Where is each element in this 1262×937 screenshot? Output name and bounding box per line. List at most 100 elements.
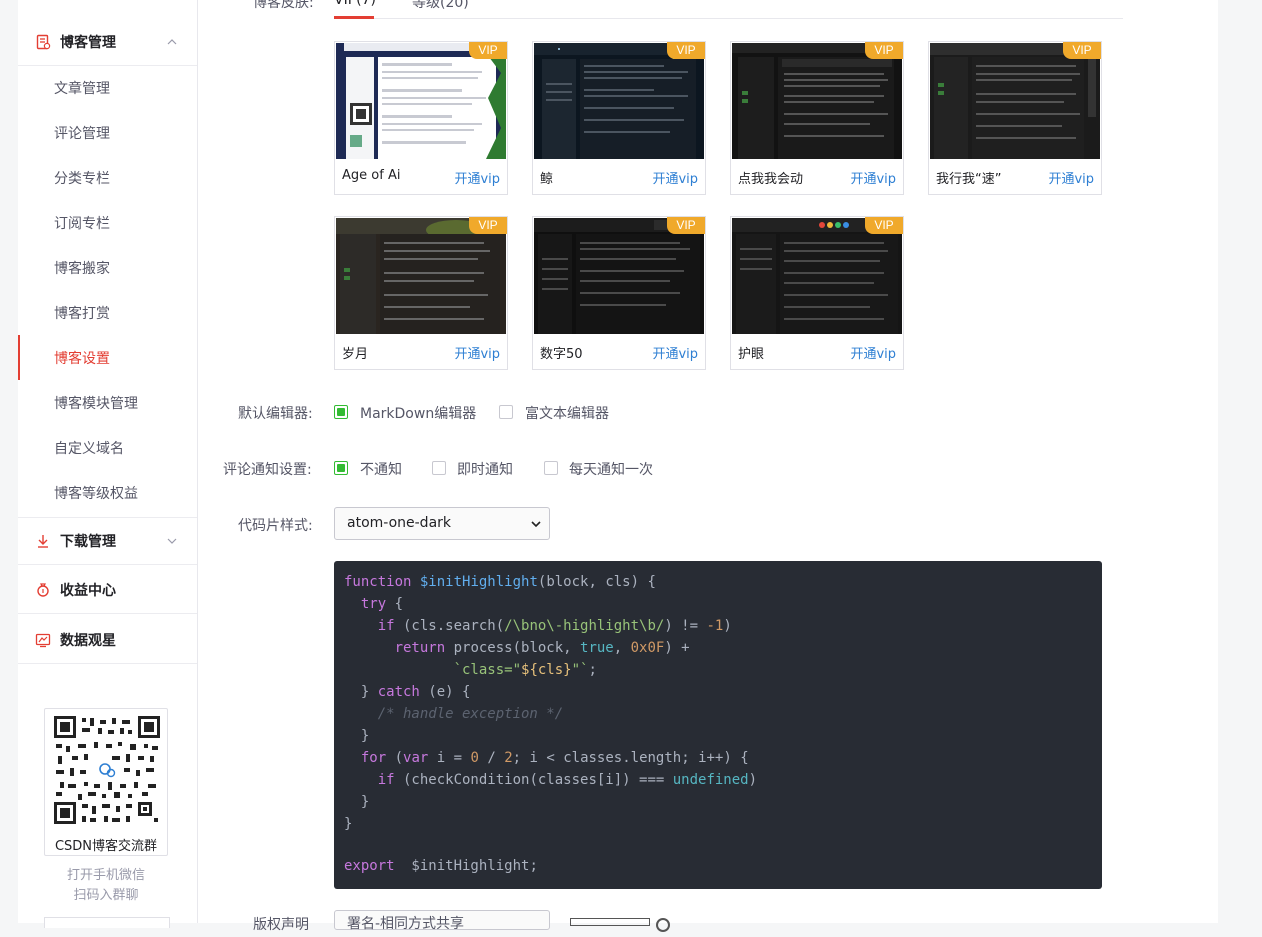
- copyright-value: 署名-相同方式共享: [347, 916, 465, 932]
- sidebar-item-modules[interactable]: 博客模块管理: [18, 380, 197, 425]
- open-vip-link[interactable]: 开通vip: [454, 168, 500, 187]
- editor-label: 默认编辑器:: [238, 406, 313, 422]
- chart-icon: [35, 633, 51, 647]
- skin-card[interactable]: VIP 数字50 开通vip: [532, 216, 706, 370]
- sidebar-section-label: 数据观星: [60, 632, 116, 649]
- sidebar-section-download[interactable]: 下载管理: [18, 517, 197, 565]
- sidebar-section-data[interactable]: 数据观星: [18, 616, 197, 664]
- notify-none-checkbox[interactable]: [334, 461, 348, 475]
- sidebar-item-subscriptions[interactable]: 订阅专栏: [18, 200, 197, 245]
- skin-name: 鲸: [540, 172, 554, 187]
- code-line: }: [344, 794, 370, 810]
- skin-card[interactable]: VIP 点我我会动 开通vip: [730, 41, 904, 195]
- sidebar-section-label: 博客管理: [60, 34, 116, 51]
- vip-badge: VIP: [667, 42, 705, 59]
- sidebar-section-income[interactable]: 收益中心: [18, 566, 197, 614]
- code-line: for (var i = 0 / 2; i < classes.length; …: [360, 750, 749, 766]
- qr-code-card: CSDN博客交流群: [44, 708, 168, 856]
- document-icon: [36, 34, 51, 49]
- sidebar-item-settings[interactable]: 博客设置: [18, 335, 197, 380]
- open-vip-link[interactable]: 开通vip: [652, 343, 698, 362]
- notify-none-label[interactable]: 不通知: [360, 459, 402, 479]
- code-style-value: atom-one-dark: [347, 515, 452, 531]
- open-vip-link[interactable]: 开通vip: [1048, 168, 1094, 187]
- sidebar-item-label: 博客模块管理: [54, 395, 138, 412]
- chevron-down-icon[interactable]: [167, 536, 177, 546]
- code-style-select[interactable]: atom-one-dark: [334, 507, 550, 540]
- settings-panel: 博客皮肤: VIP(7) 等级(20) VIP Age of Ai 开通vip: [198, 0, 1218, 933]
- skin-thumbnail: [732, 218, 902, 334]
- qr-caption: CSDN博客交流群: [54, 839, 158, 854]
- tab-level[interactable]: 等级(20): [412, 0, 469, 12]
- vip-badge: VIP: [1063, 42, 1101, 59]
- code-line: /* handle exception */: [377, 706, 564, 722]
- open-vip-link[interactable]: 开通vip: [652, 168, 698, 187]
- skin-name: 我行我“速”: [936, 172, 1002, 187]
- copyright-label: 版权声明: [253, 917, 309, 933]
- sidebar-item-level[interactable]: 博客等级权益: [18, 470, 197, 515]
- tab-divider: [334, 18, 1123, 19]
- tab-active-underline: [334, 16, 374, 19]
- sidebar-section-label: 收益中心: [60, 582, 116, 599]
- download-icon: [38, 535, 48, 548]
- open-vip-link[interactable]: 开通vip: [454, 343, 500, 362]
- sidebar: 博客管理 文章管理 评论管理 分类专栏 订阅专栏 博客搬家 博客打赏 博客设置 …: [18, 0, 198, 928]
- tab-vip[interactable]: VIP(7): [334, 0, 376, 8]
- code-line: export $initHighlight;: [344, 858, 538, 874]
- skin-card[interactable]: VIP Age of Ai 开通vip: [334, 41, 508, 195]
- sidebar-item-comments[interactable]: 评论管理: [18, 110, 197, 155]
- code-line: return process(block, true, 0x0F) +: [394, 640, 690, 656]
- skin-card[interactable]: VIP 岁月 开通vip: [334, 216, 508, 370]
- code-style-label: 代码片样式:: [238, 518, 313, 534]
- qr-hint-line-1: 打开手机微信: [66, 868, 145, 883]
- skin-thumbnail: [930, 43, 1100, 159]
- skin-card[interactable]: VIP 我行我“速” 开通vip: [928, 41, 1102, 195]
- sidebar-item-label: 分类专栏: [54, 170, 110, 187]
- richtext-editor-label[interactable]: 富文本编辑器: [525, 403, 609, 423]
- sidebar-section-label: 下载管理: [60, 534, 116, 550]
- sidebar-item-reward[interactable]: 博客打赏: [18, 290, 197, 335]
- code-line: if (checkCondition(classes[i]) === undef…: [377, 772, 758, 788]
- markdown-editor-label[interactable]: MarkDown编辑器: [360, 403, 476, 423]
- skin-thumbnail: [732, 43, 902, 159]
- sidebar-item-categories[interactable]: 分类专栏: [18, 155, 197, 200]
- skin-name: 护眼: [738, 347, 765, 362]
- vip-badge: VIP: [865, 217, 903, 234]
- richtext-editor-checkbox[interactable]: [499, 405, 513, 419]
- qr-hint-line-2: 扫码入群聊: [73, 888, 139, 903]
- open-vip-link[interactable]: 开通vip: [850, 168, 896, 187]
- sidebar-item-label: 博客打赏: [54, 305, 110, 322]
- code-line: function $initHighlight(block, cls) {: [344, 574, 656, 590]
- sidebar-section-blog-mgmt[interactable]: 博客管理: [18, 18, 197, 66]
- sidebar-item-label: 博客设置: [54, 350, 110, 367]
- skin-thumbnail: [336, 43, 506, 159]
- sidebar-item-migrate[interactable]: 博客搬家: [18, 245, 197, 290]
- code-line: `class="${cls}"`;: [453, 662, 597, 678]
- vip-badge: VIP: [865, 42, 903, 59]
- help-icon[interactable]: [656, 918, 670, 932]
- sidebar-item-domain[interactable]: 自定义域名: [18, 425, 197, 470]
- sidebar-item-label: 自定义域名: [54, 440, 124, 457]
- sidebar-item-label: 文章管理: [54, 80, 110, 97]
- notify-daily-checkbox[interactable]: [544, 461, 558, 475]
- license-badge-image: [570, 918, 650, 926]
- open-vip-link[interactable]: 开通vip: [850, 343, 896, 362]
- sidebar-item-articles[interactable]: 文章管理: [18, 65, 197, 110]
- sidebar-item-label: 评论管理: [54, 125, 110, 142]
- skin-card[interactable]: VIP 鲸 开通vip: [532, 41, 706, 195]
- sidebar-item-label: 订阅专栏: [54, 215, 110, 232]
- vip-badge: VIP: [469, 217, 507, 234]
- notify-instant-checkbox[interactable]: [432, 461, 446, 475]
- qr-code-icon: [54, 716, 160, 824]
- copyright-select[interactable]: 署名-相同方式共享: [334, 910, 550, 932]
- notify-daily-label[interactable]: 每天通知一次: [569, 459, 653, 479]
- code-line: }: [344, 728, 370, 744]
- skin-card[interactable]: VIP 护眼 开通vip: [730, 216, 904, 370]
- skin-thumbnail: [534, 218, 704, 334]
- markdown-editor-checkbox[interactable]: [334, 405, 348, 419]
- code-line: if (cls.search(/\bno\-highlight\b/) != -…: [377, 618, 732, 634]
- chevron-up-icon[interactable]: [167, 37, 177, 47]
- notify-instant-label[interactable]: 即时通知: [457, 459, 513, 479]
- sidebar-item-label: 博客搬家: [54, 260, 110, 277]
- code-preview: function $initHighlight(block, cls) { tr…: [334, 561, 1102, 889]
